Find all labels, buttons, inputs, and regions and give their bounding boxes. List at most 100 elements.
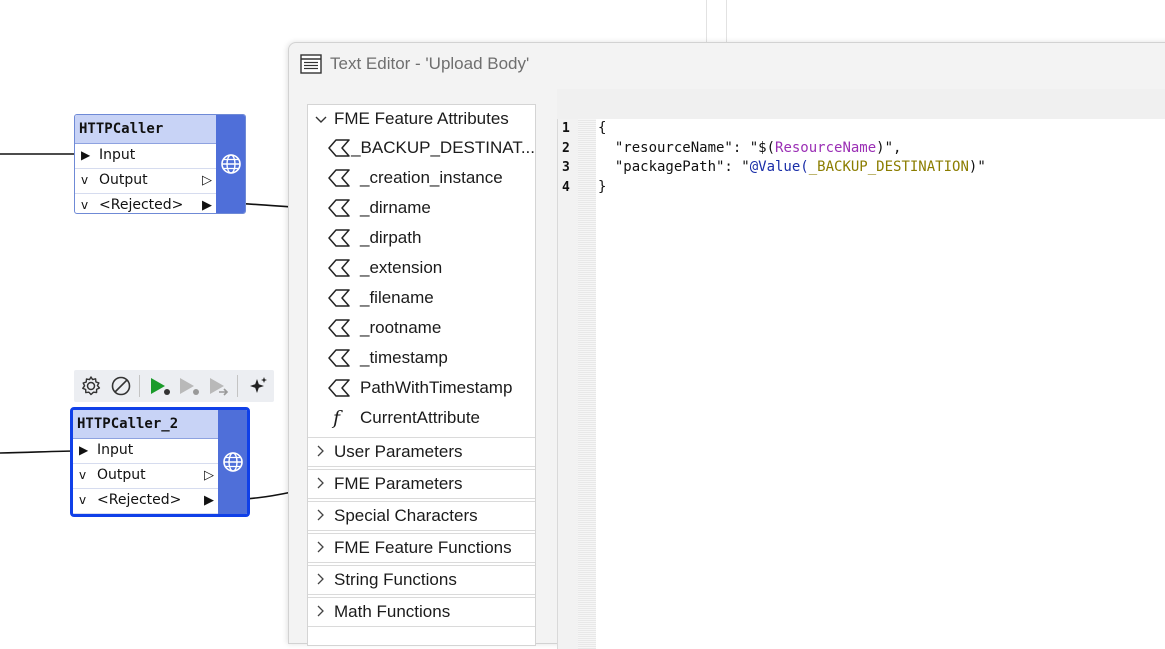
tree-item-attribute[interactable]: PathWithTimestamp [308,373,535,403]
attribute-icon [328,349,360,367]
run-to-this-icon[interactable] [146,371,174,401]
attribute-icon [328,289,360,307]
run-from-this-icon[interactable] [176,371,204,401]
tree-group-fme-feature-attributes[interactable]: FME Feature Attributes [308,105,535,133]
tree-item-function[interactable]: f CurrentAttribute [308,403,535,433]
tree-group-label: FME Feature Functions [334,538,512,557]
tree-item-attribute[interactable]: _dirname [308,193,535,223]
disable-icon[interactable] [107,371,135,401]
rejected-port-icon[interactable]: ▶ [202,194,212,213]
chevron-down-icon[interactable] [308,112,334,127]
function-label: CurrentAttribute [360,408,480,427]
tree-item-attribute[interactable]: _extension [308,253,535,283]
tree-item-attribute[interactable]: _dirpath [308,223,535,253]
text-editor-icon [300,54,322,74]
text-editor-dialog: Text Editor - 'Upload Body' FME Feature … [288,42,1165,649]
tree-group-fme-feature-functions[interactable]: FME Feature Functions [308,533,535,563]
output-port-icon[interactable]: ▷ [204,464,214,487]
output-port-icon[interactable]: ▷ [202,169,212,192]
attribute-icon [328,259,360,277]
port-label: <Rejected> [99,197,184,213]
attribute-label: _filename [360,288,434,307]
function-icon: f [333,407,341,429]
connection-line-input-2 [0,450,81,454]
attribute-label: _creation_instance [360,168,503,187]
attribute-label: _dirname [360,198,431,217]
tree-group-special-characters[interactable]: Special Characters [308,501,535,531]
chevron-right-icon[interactable] [308,477,334,492]
tree-item-attribute[interactable]: _BACKUP_DESTINAT... [308,133,535,163]
dialog-title: Text Editor - 'Upload Body' [330,54,530,73]
tree-group-math-functions[interactable]: Math Functions [308,597,535,627]
port-output[interactable]: v Output ▷ [75,169,216,194]
port-label: <Rejected> [97,492,182,508]
transformer-httpcaller-2[interactable]: HTTPCaller_2 ▶ Input v Output ▷ v <Rejec… [70,407,250,517]
transformer-side-bar [218,410,247,514]
attribute-icon [328,199,360,217]
dialog-titlebar[interactable]: Text Editor - 'Upload Body' [289,43,1165,85]
port-output[interactable]: v Output ▷ [73,464,218,489]
tree-group-string-functions[interactable]: String Functions [308,565,535,595]
magic-icon[interactable] [244,371,272,401]
tree-group-label: FME Parameters [334,474,463,493]
transformer-httpcaller[interactable]: HTTPCaller ▶ Input v Output ▷ v <Rejecte… [74,114,246,214]
tree-group-label: String Functions [334,570,457,589]
line-number: 4 [562,179,570,195]
chevron-right-icon[interactable] [308,573,334,588]
toolbar-divider [138,375,140,397]
tree-item-attribute[interactable]: _creation_instance [308,163,535,193]
attribute-label: PathWithTimestamp [360,378,513,397]
port-input[interactable]: ▶ Input [73,439,218,464]
gear-icon[interactable] [77,371,105,401]
port-label: Output [99,172,148,188]
expand-chevron-icon[interactable]: v [79,489,86,512]
tree-item-attribute[interactable]: _rootname [308,313,535,343]
chevron-right-icon[interactable] [308,541,334,556]
input-port-icon: ▶ [79,443,89,457]
attribute-tree: FME Feature Attributes _BACKUP_DESTINAT.… [307,104,536,646]
run-partial-icon[interactable] [205,371,233,401]
chevron-right-icon[interactable] [308,605,334,620]
attribute-list: _BACKUP_DESTINAT... _creation_instance _… [308,133,535,437]
tree-group-label: Special Characters [334,506,478,525]
tree-item-attribute[interactable]: _timestamp [308,343,535,373]
globe-icon [220,154,241,174]
transformer-title: HTTPCaller_2 [73,410,218,439]
attribute-label: _rootname [360,318,442,337]
attribute-icon [328,229,360,247]
port-label: Input [99,147,136,163]
rejected-port-icon[interactable]: ▶ [204,489,214,512]
port-rejected[interactable]: v <Rejected> ▶ [75,194,216,213]
attribute-label: _BACKUP_DESTINAT... [351,138,535,157]
line-number: 1 [562,121,570,136]
port-rejected[interactable]: v <Rejected> ▶ [73,489,218,514]
tree-group-label: FME Feature Attributes [334,109,509,128]
tree-group-fme-parameters[interactable]: FME Parameters [308,469,535,499]
code-line-3: "packagePath": "@Value(_BACKUP_DESTINATI… [598,159,986,175]
attribute-icon [328,169,360,187]
tree-item-attribute[interactable]: _filename [308,283,535,313]
toolbar-divider [237,375,239,397]
code-editor[interactable]: 1 2 3 4 { "resourceName": "$(ResourceNam… [557,119,1165,649]
attribute-label: _dirpath [360,228,422,247]
code-line-1: { [598,120,607,136]
expand-chevron-icon[interactable]: v [81,169,88,192]
chevron-right-icon[interactable] [308,445,334,460]
chevron-right-icon[interactable] [308,509,334,524]
port-label: Output [97,467,146,483]
user-parameter-token: ResourceName [775,139,877,156]
expand-chevron-icon[interactable]: v [81,194,88,213]
code-line-4: } [598,178,607,195]
attribute-icon [328,139,351,157]
port-input[interactable]: ▶ Input [75,144,216,169]
line-number: 3 [562,160,570,175]
tree-group-label: Math Functions [334,602,451,621]
expand-chevron-icon[interactable]: v [79,464,86,487]
input-port-icon: ▶ [81,148,91,162]
attribute-icon [328,319,360,337]
code-text[interactable]: { "resourceName": "$(ResourceName)", "pa… [598,119,986,197]
attribute-label: _extension [360,258,443,277]
tree-group-user-parameters[interactable]: User Parameters [308,437,535,467]
transformer-toolbar [74,370,274,402]
attribute-token: _BACKUP_DESTINATION [808,159,969,175]
